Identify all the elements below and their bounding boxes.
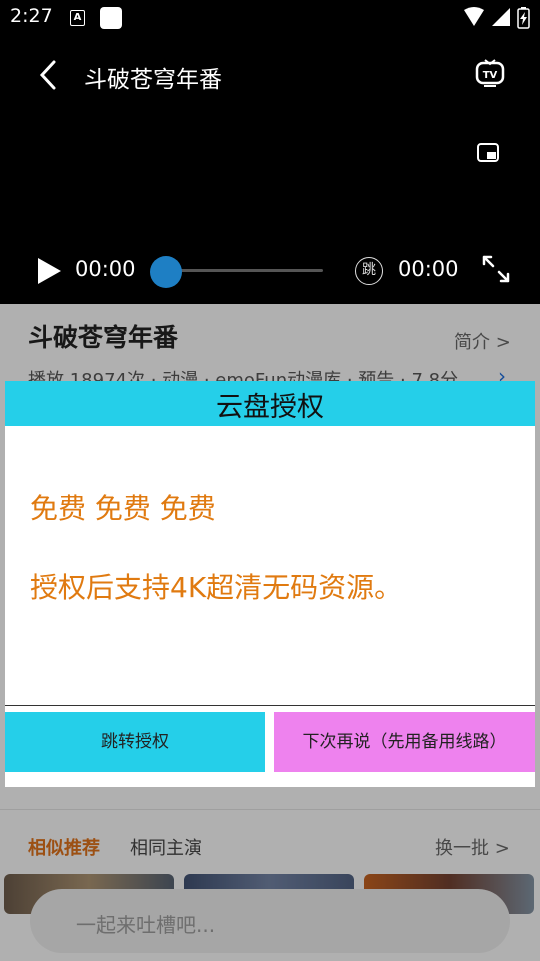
fullscreen-icon[interactable]	[481, 254, 511, 284]
notification-a-icon: A	[70, 10, 85, 26]
dialog-message-4k: 授权后支持4K超清无码资源。	[30, 571, 403, 604]
dialog-header: 云盘授权	[5, 381, 535, 426]
current-time: 00:00	[75, 257, 136, 281]
battery-icon	[517, 7, 530, 29]
video-title: 斗破苍穹年番	[84, 67, 222, 93]
tv-cast-icon[interactable]: TV	[474, 58, 506, 90]
signal-icon	[492, 8, 510, 26]
video-player[interactable]: 斗破苍穹年番 TV 00:00 跳 00:00	[0, 36, 540, 304]
notification-square-icon	[100, 7, 122, 29]
status-bar: 2:27 A	[0, 0, 540, 36]
back-arrow-icon[interactable]	[36, 58, 62, 92]
dialog-divider	[5, 705, 535, 706]
dialog-title: 云盘授权	[216, 392, 324, 423]
seek-thumb[interactable]	[150, 256, 182, 288]
picture-in-picture-icon[interactable]	[476, 142, 500, 164]
svg-text:TV: TV	[483, 70, 498, 81]
wifi-icon	[464, 7, 484, 26]
status-icons	[464, 7, 530, 29]
later-button[interactable]: 下次再说（先用备用线路）	[274, 712, 535, 772]
cloud-auth-dialog: 云盘授权 免费 免费 免费 授权后支持4K超清无码资源。 跳转授权 下次再说（先…	[5, 381, 535, 787]
seek-bar[interactable]	[163, 269, 323, 272]
total-time: 00:00	[398, 257, 459, 281]
dialog-message-free: 免费 免费 免费	[30, 492, 216, 525]
skip-icon[interactable]: 跳	[355, 257, 383, 285]
go-authorize-button[interactable]: 跳转授权	[5, 712, 265, 772]
play-icon[interactable]	[35, 256, 63, 286]
status-time: 2:27	[10, 5, 53, 27]
